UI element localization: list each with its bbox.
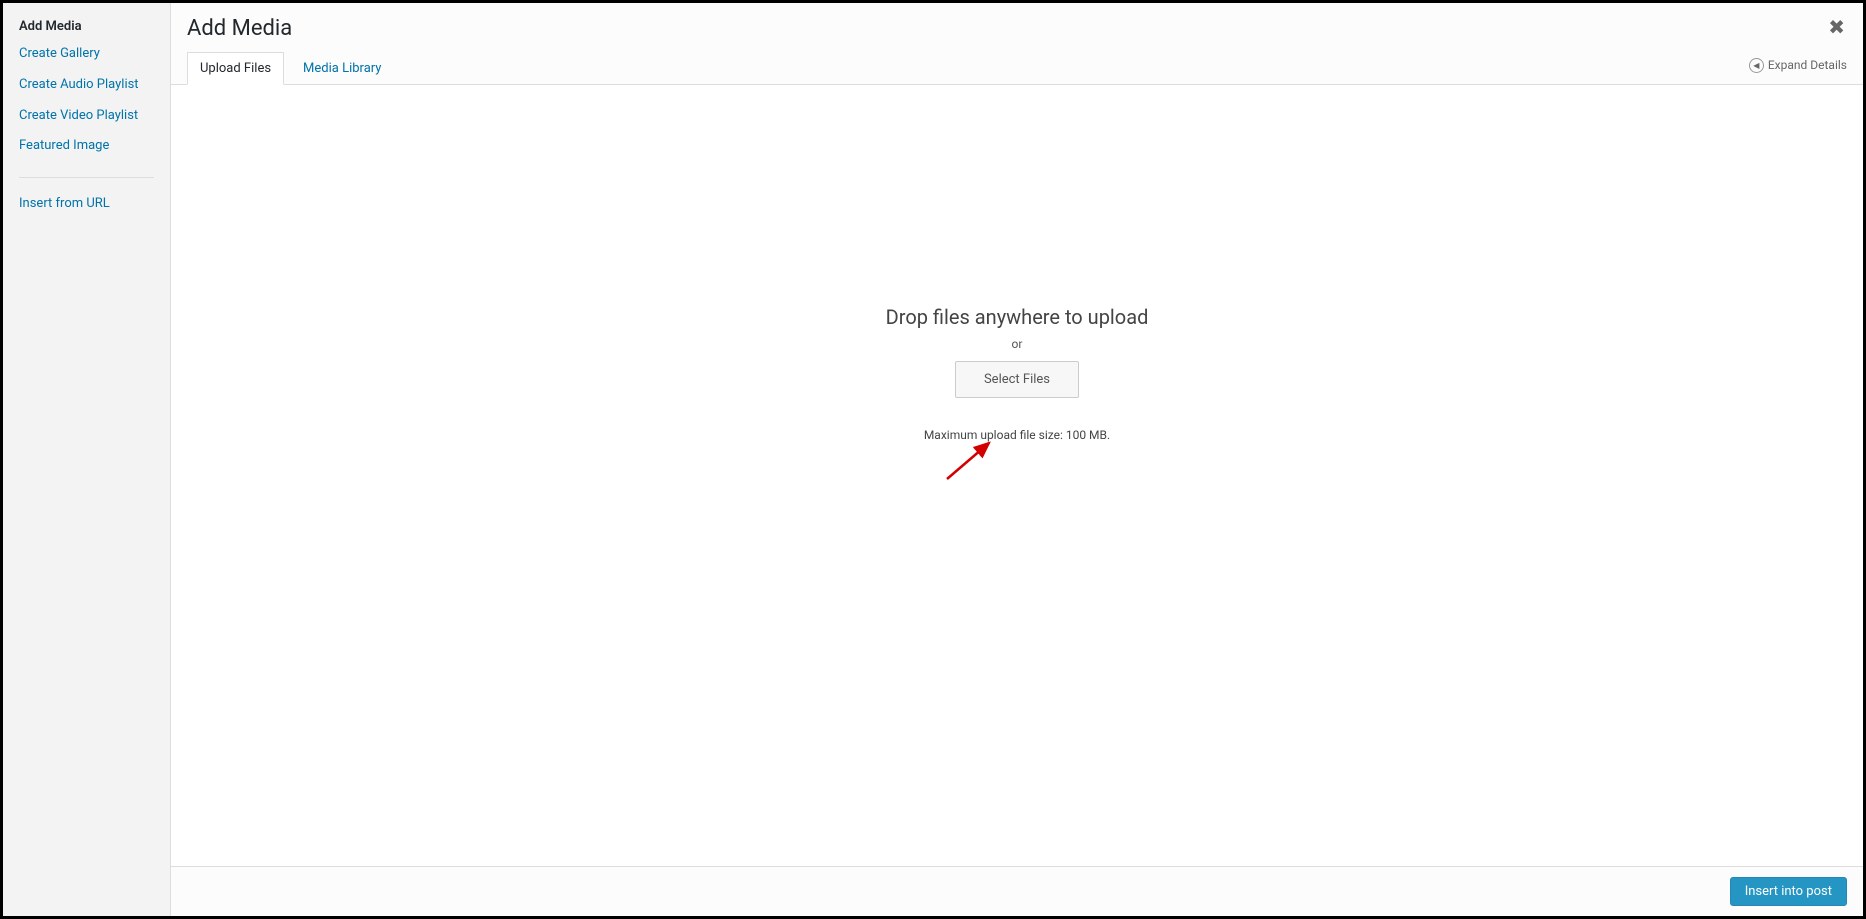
insert-into-post-button[interactable]: Insert into post: [1730, 877, 1847, 906]
expand-details-toggle[interactable]: ◀ Expand Details: [1749, 58, 1847, 73]
max-upload-size-text: Maximum upload file size: 100 MB.: [886, 428, 1149, 442]
sidebar-item-insert-from-url[interactable]: Insert from URL: [19, 194, 154, 215]
or-text: or: [886, 337, 1149, 351]
drop-files-text: Drop files anywhere to upload: [886, 305, 1149, 329]
footer-toolbar: Insert into post: [171, 866, 1863, 916]
page-title: Add Media: [187, 15, 1847, 44]
upload-content-area: Drop files anywhere to upload or Select …: [171, 85, 1863, 866]
sidebar-item-create-gallery[interactable]: Create Gallery: [19, 44, 154, 65]
expand-left-icon: ◀: [1749, 58, 1764, 73]
select-files-button[interactable]: Select Files: [955, 361, 1079, 398]
tab-media-library[interactable]: Media Library: [290, 52, 394, 85]
header: Add Media ✖: [171, 3, 1863, 52]
sidebar: Add Media Create Gallery Create Audio Pl…: [3, 3, 171, 916]
annotation-arrow-icon: [941, 435, 1001, 485]
sidebar-divider: [19, 177, 154, 178]
sidebar-item-featured-image[interactable]: Featured Image: [19, 136, 154, 157]
tab-upload-files[interactable]: Upload Files: [187, 52, 284, 85]
upload-box: Drop files anywhere to upload or Select …: [886, 305, 1149, 442]
close-button[interactable]: ✖: [1824, 13, 1849, 41]
tabs-row: Upload Files Media Library ◀ Expand Deta…: [171, 52, 1863, 85]
sidebar-item-create-video-playlist[interactable]: Create Video Playlist: [19, 106, 154, 127]
sidebar-title: Add Media: [19, 19, 154, 34]
expand-details-label: Expand Details: [1768, 58, 1847, 72]
close-icon: ✖: [1828, 15, 1845, 39]
main-panel: Add Media ✖ Upload Files Media Library ◀…: [171, 3, 1863, 916]
sidebar-item-create-audio-playlist[interactable]: Create Audio Playlist: [19, 75, 154, 96]
modal-frame: Add Media Create Gallery Create Audio Pl…: [0, 0, 1866, 919]
